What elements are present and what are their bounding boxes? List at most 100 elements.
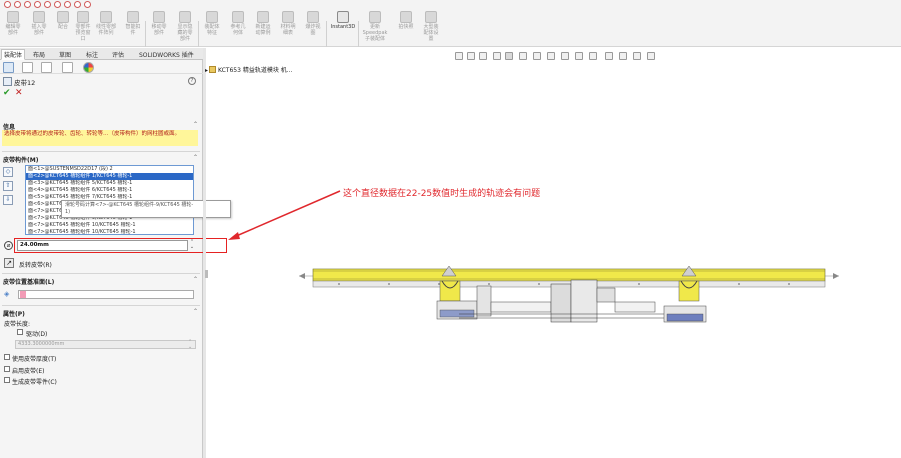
list-item[interactable]: 面<7>@KCT645 槽轮组件 10/KCT645 槽轮-1: [26, 222, 193, 229]
hud-tool-icon[interactable]: [647, 52, 655, 60]
ribbon-button[interactable]: 爆炸视 图: [300, 9, 326, 46]
ribbon-button[interactable]: 线性零部 件阵列: [93, 9, 119, 46]
section-view-icon[interactable]: [493, 52, 501, 60]
previous-view-icon[interactable]: [479, 52, 487, 60]
ribbon-button[interactable]: 移动零 部件: [146, 9, 172, 46]
ribbon-button-label: 爆炸视 图: [305, 24, 321, 36]
configuration-manager-icon[interactable]: [41, 62, 52, 73]
reverse-arrow-icon[interactable]: ↗: [4, 258, 14, 268]
tab-sketch[interactable]: 草图: [56, 49, 74, 60]
ribbon-button[interactable]: 插入零 部件: [26, 9, 52, 46]
collapse-chevron-icon[interactable]: ⌃: [193, 276, 198, 283]
use-thickness-checkbox[interactable]: [4, 354, 10, 360]
collapse-chevron-icon[interactable]: ⌃: [193, 154, 198, 161]
hud-tool-icon[interactable]: [633, 52, 641, 60]
ribbon-tool-icon: [282, 11, 294, 23]
message-text: 选择皮带将通过的皮带轮、齿轮、转轮等…（皮带构件）的网柱圆或面。: [2, 130, 198, 146]
ribbon-separator: [145, 21, 146, 47]
hide-show-icon[interactable]: [533, 52, 541, 60]
list-item[interactable]: 面<4>@KCT645 槽轮组件 6/KCT645 槽轮-1: [26, 187, 193, 194]
edit-appearance-icon[interactable]: [547, 52, 555, 60]
hud-tool-icon[interactable]: [619, 52, 627, 60]
ribbon-button-label: 拍快照: [398, 24, 414, 30]
quick-icon[interactable]: [64, 1, 71, 8]
tab-assembly[interactable]: 装配体: [1, 49, 26, 60]
appearance-icon[interactable]: [83, 62, 94, 73]
tab-solidworks-addins[interactable]: SOLIDWORKS 插件: [136, 49, 197, 60]
panel-splitter[interactable]: [203, 48, 206, 458]
feature-manager-icon[interactable]: [3, 62, 14, 73]
quick-icon[interactable]: [74, 1, 81, 8]
move-up-icon[interactable]: ⇧: [3, 181, 13, 191]
expand-arrow-icon[interactable]: ▸: [205, 67, 208, 74]
ribbon-button[interactable]: 智能扣 件: [120, 9, 146, 46]
tree-item-assembly[interactable]: KCT653 精益轨道模块 机...: [218, 67, 292, 74]
belt-members-header: 皮带构件(M): [3, 157, 39, 164]
view-orientation-icon[interactable]: [505, 52, 513, 60]
property-manager-icon[interactable]: [22, 62, 33, 73]
belt-plane-header: 皮带位置基准面(L): [3, 279, 55, 286]
annotation-text: 这个直径数据在22-25数值时生成的轨迹会有问题: [343, 189, 541, 199]
create-part-checkbox[interactable]: [4, 377, 10, 383]
quick-icon[interactable]: [4, 1, 11, 8]
quick-icon[interactable]: [84, 1, 91, 8]
quick-icon[interactable]: [44, 1, 51, 8]
hud-tool-icon[interactable]: [605, 52, 613, 60]
flyout-tree[interactable]: ▸ KCT653 精益轨道模块 机...: [205, 65, 292, 74]
ribbon-button[interactable]: 参考几 何体: [225, 9, 251, 46]
select-diamond-icon[interactable]: ◇: [3, 167, 13, 177]
collapse-chevron-icon[interactable]: ⌃: [193, 308, 198, 315]
ribbon-button-label: 编辑零 部件: [5, 24, 21, 36]
ribbon-separator: [198, 21, 199, 47]
scene-icon[interactable]: [561, 52, 569, 60]
collapse-chevron-icon[interactable]: ⌃: [193, 121, 198, 128]
ribbon-button-label: 装配体 特征: [204, 24, 220, 36]
ribbon-button-label: 显示隐 藏的零 部件: [177, 24, 193, 42]
help-icon[interactable]: ?: [188, 77, 196, 85]
zoom-fit-icon[interactable]: [455, 52, 463, 60]
view-settings-icon[interactable]: [575, 52, 583, 60]
ribbon-tool-icon: [337, 11, 349, 23]
tab-evaluate[interactable]: 评估: [109, 49, 127, 60]
belt-plane-field[interactable]: [18, 290, 194, 299]
reverse-belt-label[interactable]: 反转皮带(R): [19, 260, 52, 269]
display-style-icon[interactable]: [519, 52, 527, 60]
quick-icon[interactable]: [54, 1, 61, 8]
ribbon-button[interactable]: 编辑零 部件: [0, 9, 26, 46]
ribbon-button[interactable]: 新建运 动算例: [250, 9, 276, 46]
ribbon-tool-icon: [153, 11, 165, 23]
list-item[interactable]: 面<3>@KCT645 槽轮组件 5/KCT645 槽轮-1: [26, 180, 193, 187]
list-item[interactable]: 面<7>@KCT645 槽轮组件 10/KCT645 槽轮-1: [26, 229, 193, 234]
create-part-label: 生成皮带零件(C): [12, 379, 57, 386]
ribbon-button[interactable]: 更新 Speedpak 子装配体: [362, 9, 388, 46]
quick-icon[interactable]: [24, 1, 31, 8]
ribbon-button[interactable]: Instant3D: [328, 9, 358, 46]
plane-icon: ◈: [4, 290, 10, 298]
ribbon-tool-icon: [425, 11, 437, 23]
monitor-icon[interactable]: [589, 52, 597, 60]
list-item[interactable]: 面<1>@SUSTENMSD22D17 (段) 2: [26, 166, 193, 173]
driving-checkbox[interactable]: [17, 329, 23, 335]
ribbon-button[interactable]: 大型装 配体设 置: [418, 9, 444, 46]
zoom-area-icon[interactable]: [467, 52, 475, 60]
ribbon-tool-icon: [206, 11, 218, 23]
tab-layout[interactable]: 布局: [30, 49, 48, 60]
ribbon-button[interactable]: 显示隐 藏的零 部件: [172, 9, 198, 46]
cancel-x-icon[interactable]: ✕: [15, 89, 23, 98]
dimxpert-icon[interactable]: [62, 62, 73, 73]
tab-markup[interactable]: 标注: [83, 49, 101, 60]
move-down-icon[interactable]: ⇩: [3, 195, 13, 205]
ribbon-button-label: 移动零 部件: [151, 24, 167, 36]
panel-collapse-handle[interactable]: [205, 270, 208, 278]
ribbon-button[interactable]: 装配体 特征: [199, 9, 225, 46]
enable-belt-checkbox[interactable]: [4, 366, 10, 372]
ribbon-separator: [326, 21, 327, 47]
ribbon-button[interactable]: 材料明 细表: [275, 9, 301, 46]
ok-check-icon[interactable]: ✔: [3, 89, 11, 98]
quick-icon[interactable]: [34, 1, 41, 8]
belt-module-model[interactable]: [299, 262, 839, 327]
list-item[interactable]: 面<2>@KCT645 槽轮组件 1/KCT645 槽轮-1: [26, 173, 193, 180]
feature-title: 皮带12: [14, 79, 36, 87]
quick-icon[interactable]: [14, 1, 21, 8]
ribbon-button[interactable]: 拍快照: [393, 9, 419, 46]
